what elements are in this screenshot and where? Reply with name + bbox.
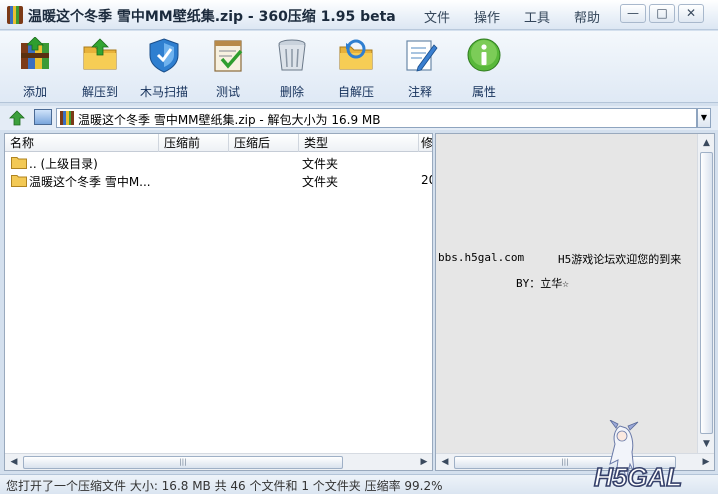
- test-label: 测试: [215, 85, 240, 99]
- watermark-logo: H5GAL: [593, 420, 683, 493]
- path-dropdown-button[interactable]: ▼: [697, 108, 711, 128]
- comment-button[interactable]: 注释: [390, 35, 450, 99]
- window-title: 温暖这个冬季 雪中MM壁纸集.zip - 360压缩 1.95 beta: [28, 9, 396, 25]
- row-name: 温暖这个冬季 雪中M...: [29, 175, 151, 189]
- scroll-right-button[interactable]: ▶: [416, 455, 432, 470]
- comment-label: 注释: [407, 85, 432, 99]
- menu-help[interactable]: 帮助: [562, 7, 612, 26]
- up-arrow-icon[interactable]: [9, 110, 25, 126]
- svg-text:H5GAL: H5GAL: [594, 462, 682, 492]
- table-row[interactable]: 温暖这个冬季 雪中M... 文件夹 20: [5, 172, 432, 189]
- scroll-left-button[interactable]: ◀: [6, 455, 22, 470]
- add-button[interactable]: 添加: [5, 35, 65, 99]
- row-name: .. (上级目录): [29, 157, 98, 171]
- preview-welcome: H5游戏论坛欢迎您的到来: [558, 253, 682, 266]
- folder-icon: [11, 175, 27, 187]
- preview-url: bbs.h5gal.com: [438, 251, 525, 264]
- shield-scan-icon: [149, 38, 179, 73]
- row-modified: 20: [421, 173, 432, 187]
- column-modified[interactable]: 修: [419, 134, 432, 152]
- archive-icon: [60, 111, 74, 125]
- extract-to-label: 解压到: [81, 85, 118, 99]
- self-extract-button[interactable]: 自解压: [326, 35, 386, 99]
- sfx-folder-icon: [339, 39, 373, 70]
- table-row[interactable]: .. (上级目录) 文件夹: [5, 154, 432, 171]
- path-field[interactable]: 温暖这个冬季 雪中MM壁纸集.zip - 解包大小为 16.9 MB: [56, 108, 697, 128]
- menu-tools[interactable]: 工具: [512, 7, 562, 26]
- test-check-icon: [214, 40, 243, 72]
- add-label: 添加: [22, 85, 47, 99]
- preview-author: BY：立华☆: [516, 277, 569, 290]
- view-mode-icon[interactable]: [34, 109, 52, 125]
- title-bar: 温暖这个冬季 雪中MM壁纸集.zip - 360压缩 1.95 beta 文件 …: [0, 0, 718, 30]
- menu-bar: 文件 操作 工具 帮助: [412, 7, 612, 26]
- maximize-button[interactable]: □: [649, 4, 675, 23]
- folder-icon: [11, 157, 27, 169]
- row-type: 文件夹: [302, 175, 339, 189]
- test-button[interactable]: 测试: [198, 35, 258, 99]
- info-icon: [467, 38, 501, 72]
- extract-folder-icon: [83, 38, 117, 70]
- column-before[interactable]: 压缩前: [159, 134, 229, 152]
- minimize-button[interactable]: —: [620, 4, 646, 23]
- trojan-scan-button[interactable]: 木马扫描: [134, 35, 194, 99]
- extract-to-button[interactable]: 解压到: [70, 35, 130, 99]
- status-text: 您打开了一个压缩文件 大小: 16.8 MB 共 46 个文件和 1 个文件夹 …: [6, 479, 443, 493]
- trojan-scan-label: 木马扫描: [139, 85, 188, 99]
- menu-action[interactable]: 操作: [462, 7, 512, 26]
- scroll-thumb[interactable]: |||: [23, 456, 343, 469]
- self-extract-label: 自解压: [337, 85, 374, 99]
- scroll-up-button[interactable]: ▲: [699, 135, 714, 151]
- toolbar: 添加 解压到 木马扫描 测试 删除 自解压 注释 属性: [0, 31, 718, 103]
- app-logo-icon: [7, 6, 23, 24]
- column-name[interactable]: 名称: [5, 134, 159, 152]
- close-button[interactable]: ✕: [678, 4, 704, 23]
- watermark-logo-text: H5GAL: [593, 461, 683, 493]
- address-bar: 温暖这个冬季 雪中MM壁纸集.zip - 解包大小为 16.9 MB ▼: [0, 106, 718, 130]
- archive-add-icon: [21, 37, 49, 69]
- file-list: 名称 压缩前 压缩后 类型 修 .. (上级目录) 文件夹 温暖这个冬季 雪中M…: [4, 133, 433, 471]
- delete-button[interactable]: 删除: [262, 35, 322, 99]
- column-type[interactable]: 类型: [299, 134, 419, 152]
- preview-vertical-scrollbar[interactable]: ▲ ▼: [697, 134, 714, 454]
- trash-icon: [278, 39, 306, 71]
- properties-label: 属性: [471, 85, 496, 99]
- path-text: 温暖这个冬季 雪中MM壁纸集.zip - 解包大小为 16.9 MB: [78, 113, 381, 127]
- vertical-scroll-thumb[interactable]: [700, 152, 713, 434]
- row-type: 文件夹: [302, 157, 339, 171]
- delete-label: 删除: [279, 85, 304, 99]
- menu-file[interactable]: 文件: [412, 7, 462, 26]
- file-list-scrollbar[interactable]: ◀ ||| ▶: [5, 453, 432, 470]
- comment-pen-icon: [406, 40, 438, 72]
- column-after[interactable]: 压缩后: [229, 134, 299, 152]
- properties-button[interactable]: 属性: [454, 35, 514, 99]
- scroll-left-button[interactable]: ◀: [437, 455, 453, 470]
- column-headers: 名称 压缩前 压缩后 类型 修: [5, 134, 432, 152]
